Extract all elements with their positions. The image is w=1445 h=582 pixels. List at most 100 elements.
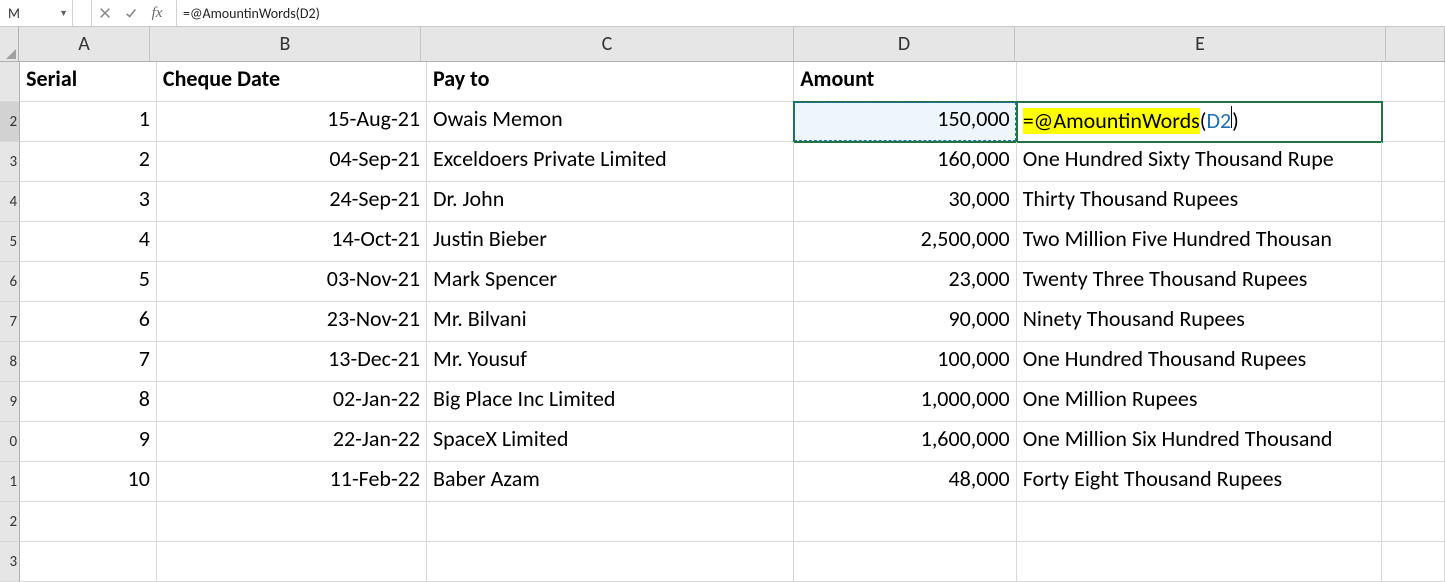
cell-serial[interactable]: 1 bbox=[20, 102, 157, 142]
row-header[interactable]: 3 bbox=[0, 542, 20, 582]
cell-serial[interactable]: 4 bbox=[20, 222, 157, 262]
cell-serial[interactable]: 3 bbox=[20, 182, 157, 222]
cell-blank[interactable] bbox=[427, 542, 794, 582]
cell-blank[interactable] bbox=[20, 542, 157, 582]
cell-blank[interactable] bbox=[157, 502, 427, 542]
cell-serial[interactable]: 2 bbox=[20, 142, 157, 182]
cell-payto[interactable]: Owais Memon bbox=[427, 102, 794, 142]
row-header[interactable]: 1 bbox=[0, 462, 20, 502]
cell-amount[interactable]: 23,000 bbox=[794, 262, 1016, 302]
cell-blank[interactable] bbox=[1382, 222, 1445, 262]
cell-words[interactable]: One Hundred Sixty Thousand Rupe bbox=[1017, 142, 1382, 182]
row-header[interactable]: 0 bbox=[0, 422, 20, 462]
cell-blank[interactable] bbox=[1382, 502, 1445, 542]
name-box[interactable]: M ▼ bbox=[0, 0, 73, 26]
header-cheque-date[interactable]: Cheque Date bbox=[157, 62, 427, 102]
cell-amount[interactable]: 90,000 bbox=[794, 302, 1016, 342]
cell-words[interactable]: Ninety Thousand Rupees bbox=[1017, 302, 1382, 342]
cell-serial[interactable]: 10 bbox=[20, 462, 157, 502]
cell-payto[interactable]: Dr. John bbox=[427, 182, 794, 222]
cell-blank[interactable] bbox=[1382, 342, 1445, 382]
cell-date[interactable]: 15-Aug-21 bbox=[157, 102, 427, 142]
column-header-c[interactable]: C bbox=[421, 27, 794, 61]
row-header[interactable]: 2 bbox=[0, 102, 20, 142]
cell-amount[interactable]: 2,500,000 bbox=[794, 222, 1016, 262]
cell-serial[interactable]: 8 bbox=[20, 382, 157, 422]
cell-words[interactable]: Twenty Three Thousand Rupees bbox=[1017, 262, 1382, 302]
cell-payto[interactable]: Exceldoers Private Limited bbox=[427, 142, 794, 182]
header-amount[interactable]: Amount bbox=[794, 62, 1016, 102]
cell-payto[interactable]: Justin Bieber bbox=[427, 222, 794, 262]
cell-date[interactable]: 03-Nov-21 bbox=[157, 262, 427, 302]
cell-date[interactable]: 04-Sep-21 bbox=[157, 142, 427, 182]
header-serial[interactable]: Serial bbox=[20, 62, 157, 102]
cell-payto[interactable]: Baber Azam bbox=[427, 462, 794, 502]
cell-amount[interactable]: 100,000 bbox=[794, 342, 1016, 382]
formula-input[interactable]: =@AmountinWords(D2) bbox=[177, 0, 1445, 26]
cell-blank[interactable] bbox=[1382, 542, 1445, 582]
row-header[interactable]: 8 bbox=[0, 342, 20, 382]
cell-date[interactable]: 11-Feb-22 bbox=[157, 462, 427, 502]
cell-blank[interactable] bbox=[1382, 302, 1445, 342]
enter-button[interactable] bbox=[118, 0, 144, 26]
column-header-a[interactable]: A bbox=[19, 27, 150, 61]
cell-blank[interactable] bbox=[157, 542, 427, 582]
cell-formula-editing[interactable]: =@AmountinWords(D2) bbox=[1017, 102, 1382, 142]
cell-amount-selected[interactable]: 150,000 bbox=[794, 102, 1016, 142]
cell-blank[interactable] bbox=[1382, 102, 1445, 142]
cell-blank[interactable] bbox=[1382, 182, 1445, 222]
cell-words[interactable]: Thirty Thousand Rupees bbox=[1017, 182, 1382, 222]
cell-blank[interactable] bbox=[1382, 462, 1445, 502]
cell-date[interactable]: 24-Sep-21 bbox=[157, 182, 427, 222]
cell-payto[interactable]: Big Place Inc Limited bbox=[427, 382, 794, 422]
row-header[interactable] bbox=[0, 62, 20, 102]
cell-serial[interactable]: 9 bbox=[20, 422, 157, 462]
cell-serial[interactable]: 5 bbox=[20, 262, 157, 302]
row-header[interactable]: 3 bbox=[0, 142, 20, 182]
cell-date[interactable]: 14-Oct-21 bbox=[157, 222, 427, 262]
row-header[interactable]: 2 bbox=[0, 502, 20, 542]
header-e[interactable] bbox=[1017, 62, 1382, 102]
row-header[interactable]: 5 bbox=[0, 222, 20, 262]
cell-blank[interactable] bbox=[20, 502, 157, 542]
cell-blank[interactable] bbox=[427, 502, 794, 542]
cell-date[interactable]: 13-Dec-21 bbox=[157, 342, 427, 382]
row-header[interactable]: 7 bbox=[0, 302, 20, 342]
cell-words[interactable]: One Hundred Thousand Rupees bbox=[1017, 342, 1382, 382]
cell-words[interactable]: Forty Eight Thousand Rupees bbox=[1017, 462, 1382, 502]
column-header-f[interactable] bbox=[1386, 27, 1445, 61]
cell-blank[interactable] bbox=[1382, 262, 1445, 302]
cell-words[interactable]: Two Million Five Hundred Thousan bbox=[1017, 222, 1382, 262]
cell-payto[interactable]: Mr. Yousuf bbox=[427, 342, 794, 382]
column-header-b[interactable]: B bbox=[150, 27, 421, 61]
cell-payto[interactable]: Mr. Bilvani bbox=[427, 302, 794, 342]
cell-amount[interactable]: 30,000 bbox=[794, 182, 1016, 222]
cell-date[interactable]: 02-Jan-22 bbox=[157, 382, 427, 422]
cell-amount[interactable]: 1,600,000 bbox=[794, 422, 1016, 462]
column-header-e[interactable]: E bbox=[1015, 27, 1386, 61]
header-f[interactable] bbox=[1382, 62, 1445, 102]
insert-function-button[interactable]: fx bbox=[144, 0, 177, 26]
cell-payto[interactable]: Mark Spencer bbox=[427, 262, 794, 302]
header-pay-to[interactable]: Pay to bbox=[427, 62, 794, 102]
cell-blank[interactable] bbox=[794, 502, 1016, 542]
cell-blank[interactable] bbox=[1017, 542, 1382, 582]
cell-amount[interactable]: 48,000 bbox=[794, 462, 1016, 502]
cell-blank[interactable] bbox=[1382, 382, 1445, 422]
cell-words[interactable]: One Million Rupees bbox=[1017, 382, 1382, 422]
cell-amount[interactable]: 160,000 bbox=[794, 142, 1016, 182]
cell-serial[interactable]: 6 bbox=[20, 302, 157, 342]
cell-amount[interactable]: 1,000,000 bbox=[794, 382, 1016, 422]
select-all-corner[interactable] bbox=[0, 27, 19, 61]
cell-date[interactable]: 23-Nov-21 bbox=[157, 302, 427, 342]
row-header[interactable]: 6 bbox=[0, 262, 20, 302]
cell-date[interactable]: 22-Jan-22 bbox=[157, 422, 427, 462]
cell-payto[interactable]: SpaceX Limited bbox=[427, 422, 794, 462]
cell-blank[interactable] bbox=[1017, 502, 1382, 542]
cell-blank[interactable] bbox=[794, 542, 1016, 582]
row-header[interactable]: 9 bbox=[0, 382, 20, 422]
cell-serial[interactable]: 7 bbox=[20, 342, 157, 382]
row-header[interactable]: 4 bbox=[0, 182, 20, 222]
cell-words[interactable]: One Million Six Hundred Thousand bbox=[1017, 422, 1382, 462]
cell-blank[interactable] bbox=[1382, 142, 1445, 182]
